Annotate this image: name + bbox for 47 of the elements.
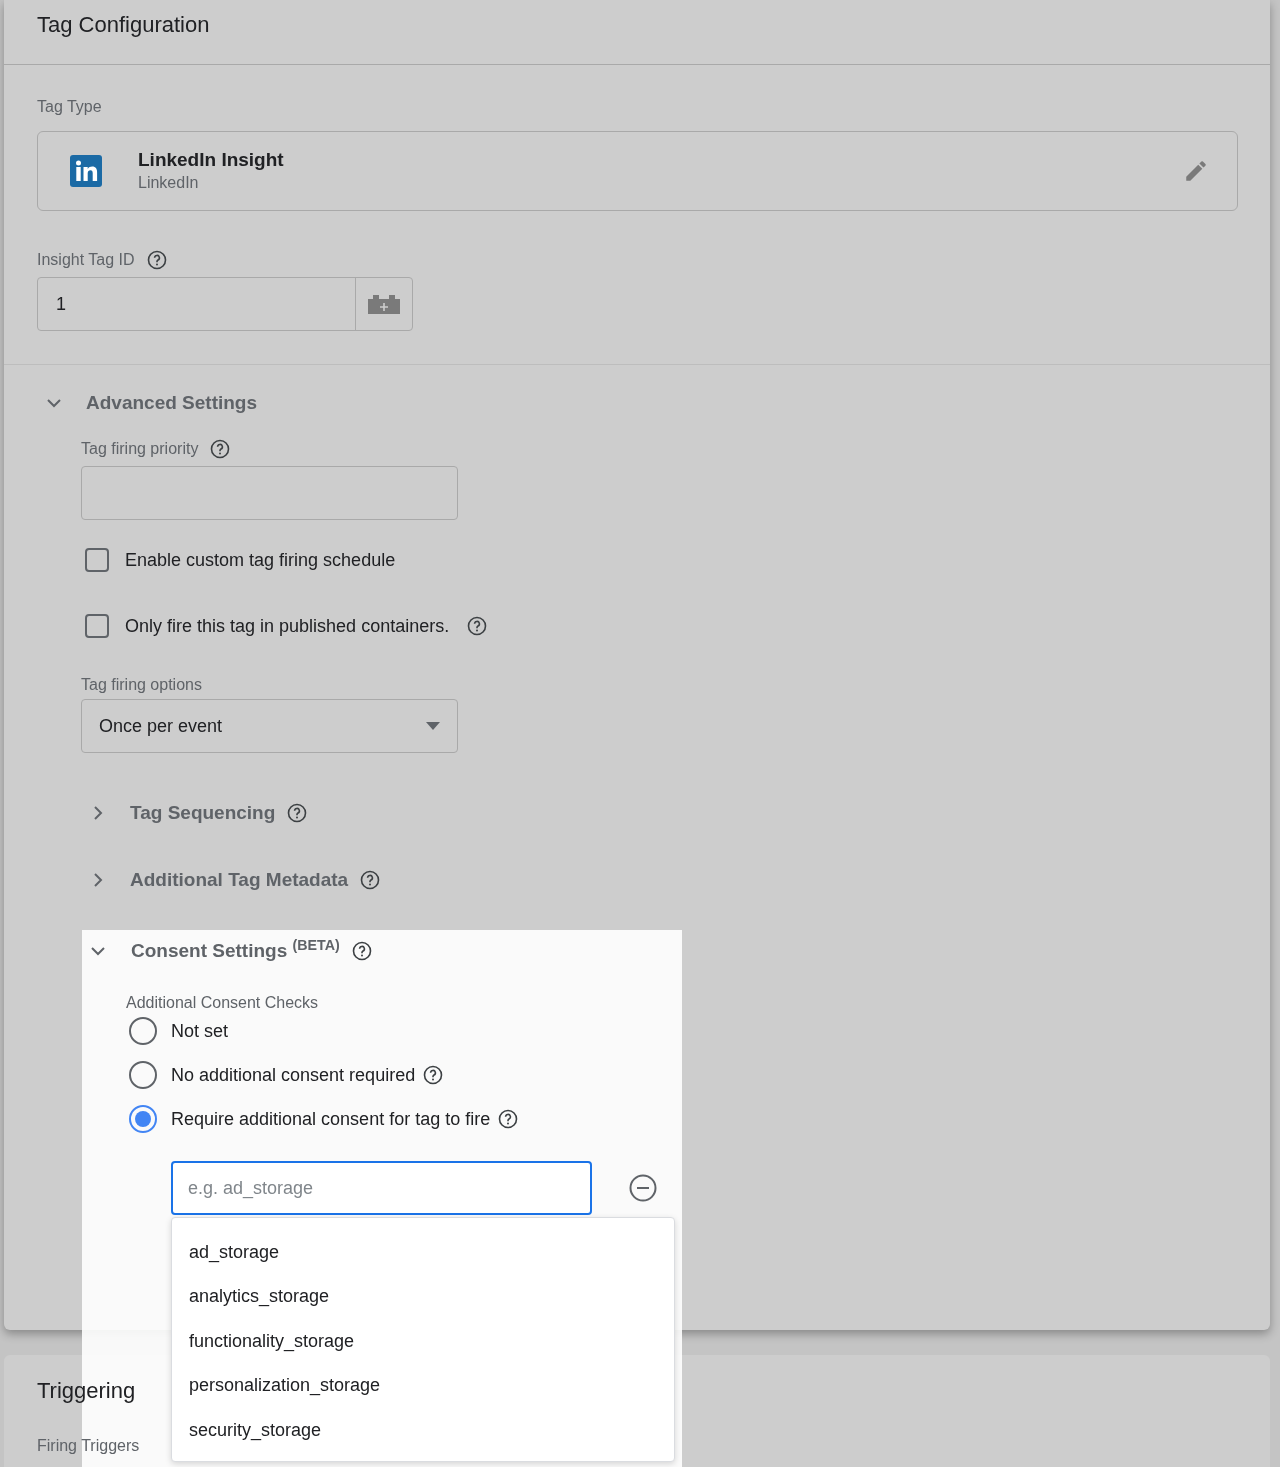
firing-options-dropdown[interactable]: Once per event (81, 699, 458, 753)
tag-type-card[interactable]: LinkedIn Insight LinkedIn (37, 131, 1238, 211)
section-title: Consent Settings $^{(BETA)}$ (131, 938, 340, 963)
remove-icon[interactable] (629, 1174, 657, 1202)
field-label: Tag firing priority (81, 440, 199, 458)
help-icon[interactable] (423, 1065, 444, 1085)
tag-id-field[interactable]: 1 (37, 277, 413, 331)
help-icon[interactable] (467, 616, 488, 636)
help-icon[interactable] (146, 250, 167, 270)
field-label: Tag Type (37, 98, 102, 115)
suggestion-item[interactable]: ad_storage (172, 1230, 674, 1275)
brick-icon (368, 294, 400, 314)
suggestion-item[interactable]: functionality_storage (172, 1319, 674, 1364)
checkbox-label: Only fire this tag in published containers. (125, 614, 450, 638)
priority-field[interactable] (81, 466, 458, 520)
dropdown-arrow-icon (425, 722, 441, 730)
field-label: Additional Consent Checks (126, 994, 319, 1011)
tag-type-name: LinkedIn Insight (138, 148, 284, 172)
help-icon[interactable] (351, 941, 372, 961)
radio-label: Not set (171, 1019, 229, 1043)
consent-type-field[interactable]: e.g. ad_storage (171, 1161, 592, 1215)
field-label: Insight Tag ID (37, 251, 135, 269)
section-title: Advanced Settings (86, 390, 258, 415)
field-label: Tag firing options (81, 676, 202, 693)
help-icon[interactable] (287, 803, 308, 823)
help-icon[interactable] (498, 1109, 519, 1129)
field-label: Firing Triggers (37, 1437, 140, 1454)
section-title: Tag Configuration (37, 12, 210, 37)
logo-icon (70, 155, 102, 187)
radio-button[interactable] (129, 1105, 157, 1133)
radio-label: Require additional consent for tag to fire (171, 1107, 491, 1131)
help-icon[interactable] (360, 870, 381, 890)
suggestion-item[interactable]: analytics_storage (172, 1274, 674, 1319)
checkbox[interactable] (85, 614, 109, 638)
section-title[interactable]: Tag Sequencing (130, 798, 276, 828)
radio-button[interactable] (129, 1061, 157, 1089)
suggestion-item[interactable]: personalization_storage (172, 1363, 674, 1408)
help-icon[interactable] (210, 439, 231, 459)
checkbox[interactable] (85, 548, 109, 572)
section-title[interactable]: Additional Tag Metadata (130, 865, 349, 895)
checkbox-label: Enable custom tag firing schedule (125, 548, 396, 572)
section-title: Triggering (37, 1378, 136, 1403)
edit-icon[interactable] (1183, 158, 1209, 184)
suggestion-item[interactable]: security_storage (172, 1408, 674, 1453)
tag-type-vendor: LinkedIn (138, 173, 200, 193)
radio-label: No additional consent required (171, 1063, 416, 1087)
radio-button[interactable] (129, 1017, 157, 1045)
